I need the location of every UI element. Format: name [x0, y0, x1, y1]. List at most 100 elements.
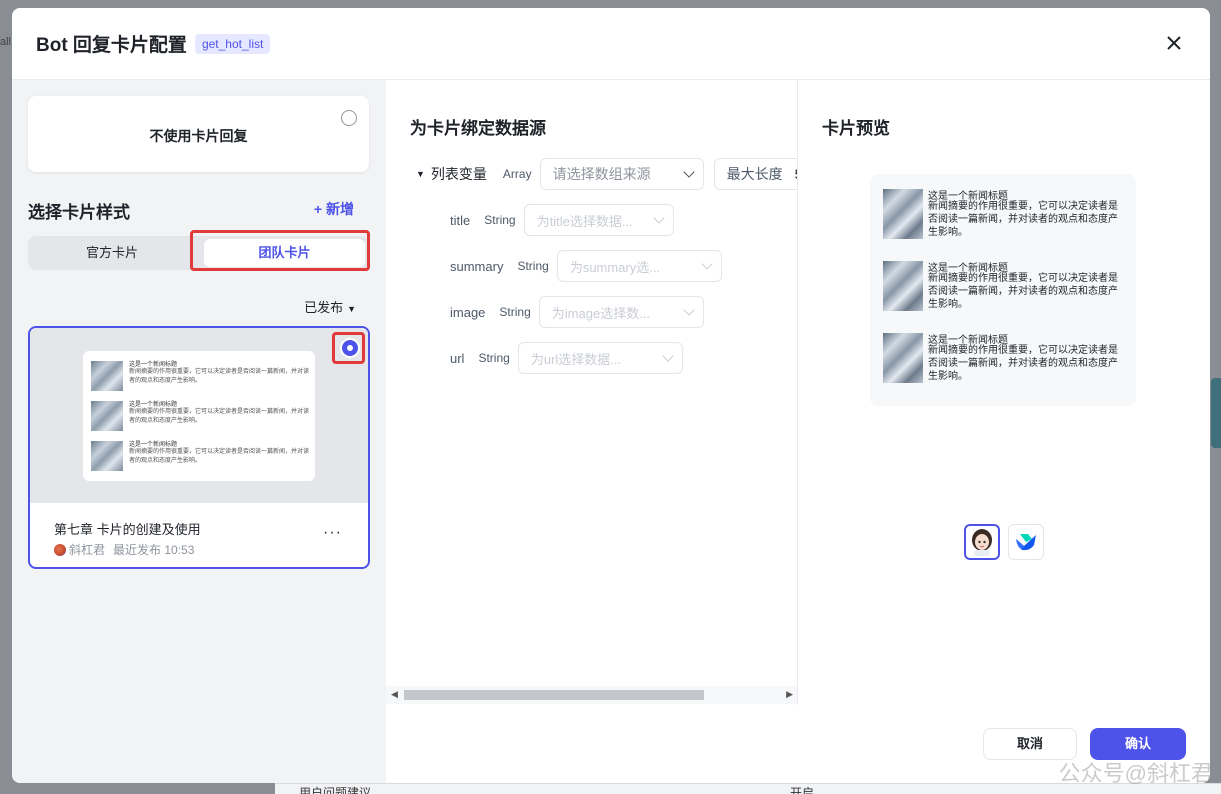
- thumbnail-image: [91, 441, 123, 471]
- card-source-tabs: 官方卡片 团队卡片: [28, 236, 369, 270]
- preview-row-desc: 新闻摘要的作用很重要，它可以决定读者是否阅读一篇新闻，并对读者的观点和态度产生影…: [928, 345, 1118, 382]
- thumbnail-row: 这是一个新闻标题 新闻摘要的作用很重要，它可以决定读者是否阅读一篇新闻，并对读者…: [91, 439, 309, 471]
- more-icon[interactable]: ···: [323, 524, 342, 542]
- filter-label: 已发布: [304, 300, 344, 315]
- card-config-modal: Bot 回复卡片配置 get_hot_list 不使用卡片回复 选择卡片样式 +…: [12, 8, 1210, 783]
- datasource-title: 为卡片绑定数据源: [410, 119, 546, 138]
- preview-row-desc: 新闻摘要的作用很重要，它可以决定读者是否阅读一篇新闻，并对读者的观点和态度产生影…: [928, 201, 1118, 238]
- close-icon[interactable]: [1162, 32, 1186, 56]
- field-row-url: url String 为url选择数据...: [450, 342, 683, 374]
- horizontal-scrollbar[interactable]: ◀ ▶: [386, 686, 798, 704]
- chevron-down-icon: [701, 258, 713, 270]
- preview-image: [883, 189, 923, 239]
- field-placeholder: 为summary选...: [569, 259, 661, 275]
- field-row-title: title String 为title选择数据...: [450, 204, 674, 236]
- scrollbar-thumb[interactable]: [404, 690, 704, 700]
- card-publish-time: 最近发布 10:53: [113, 543, 195, 557]
- datasource-panel: 为卡片绑定数据源 ▼ 列表变量 Array 请选择数组来源 最大长度 5 tit…: [386, 80, 798, 705]
- thumbnail-row-title: 这是一个新闻标题: [129, 362, 178, 368]
- max-length-input[interactable]: 最大长度 5: [713, 158, 798, 190]
- field-source-select[interactable]: 为summary选...: [556, 250, 722, 282]
- avatar-platform-button[interactable]: [964, 524, 1000, 560]
- type-label: String: [499, 305, 531, 319]
- field-placeholder: 为title选择数据...: [536, 213, 633, 229]
- type-label: Array: [502, 167, 532, 181]
- card-meta: 斜杠君 最近发布 10:53: [54, 541, 194, 558]
- preview-title: 卡片预览: [822, 119, 890, 138]
- type-label: String: [517, 259, 549, 273]
- background-toggle-text: 开启: [790, 786, 815, 794]
- card-thumbnail: 这是一个新闻标题 新闻摘要的作用很重要，它可以决定读者是否阅读一篇新闻，并对读者…: [30, 328, 368, 503]
- collapse-triangle-icon[interactable]: ▼: [416, 169, 425, 179]
- type-label: String: [484, 213, 516, 227]
- chevron-down-icon: [682, 166, 695, 178]
- list-variable-label: 列表变量: [430, 166, 487, 182]
- field-row-summary: summary String 为summary选...: [450, 250, 722, 282]
- no-card-radio[interactable]: [341, 110, 357, 126]
- preview-platform-switcher: [964, 524, 1044, 560]
- field-placeholder: 为image选择数...: [551, 305, 651, 321]
- thumbnail-row-title: 这是一个新闻标题: [129, 442, 178, 448]
- card-preview-panel: 卡片预览 这是一个新闻标题 新闻摘要的作用很重要，它可以决定读者是否阅读一篇新闻…: [798, 80, 1210, 705]
- card-name: 第七章 卡片的创建及使用: [54, 522, 201, 537]
- scroll-left-icon[interactable]: ◀: [391, 689, 398, 700]
- chevron-down-icon: [683, 304, 695, 316]
- preview-row: 这是一个新闻标题 新闻摘要的作用很重要，它可以决定读者是否阅读一篇新闻，并对读者…: [883, 331, 1125, 387]
- max-length-label: 最大长度: [726, 166, 783, 182]
- tab-official-cards[interactable]: 官方卡片: [31, 239, 193, 267]
- field-source-select[interactable]: 为title选择数据...: [523, 204, 674, 236]
- thumbnail-image: [91, 401, 123, 431]
- field-source-select[interactable]: 为image选择数...: [538, 296, 704, 328]
- array-source-select[interactable]: 请选择数组来源: [539, 158, 704, 190]
- scroll-right-icon[interactable]: ▶: [786, 689, 793, 700]
- card-selected-radio[interactable]: [340, 338, 360, 358]
- author-avatar: [54, 543, 66, 556]
- preview-image: [883, 261, 923, 311]
- background-text: all: [0, 36, 12, 48]
- watermark: 公众号@斜杠君: [1058, 761, 1213, 786]
- array-source-placeholder: 请选择数组来源: [552, 166, 651, 182]
- field-name: url: [450, 350, 465, 366]
- thumbnail-row-title: 这是一个新闻标题: [129, 402, 178, 408]
- modal-header: Bot 回复卡片配置 get_hot_list: [12, 8, 1210, 80]
- thumbnail-image: [91, 361, 123, 391]
- publish-status-filter[interactable]: 已发布 ▼: [304, 297, 356, 316]
- thumbnail-row-desc: 新闻摘要的作用很重要，它可以决定读者是否阅读一篇新闻，并对读者的观点和态度产生影…: [129, 449, 310, 464]
- card-item[interactable]: 这是一个新闻标题 新闻摘要的作用很重要，它可以决定读者是否阅读一篇新闻，并对读者…: [28, 326, 370, 569]
- thumbnail-row-desc: 新闻摘要的作用很重要，它可以决定读者是否阅读一篇新闻，并对读者的观点和态度产生影…: [129, 409, 310, 424]
- field-placeholder: 为url选择数据...: [530, 351, 622, 367]
- field-row-image: image String 为image选择数...: [450, 296, 704, 328]
- no-card-option[interactable]: 不使用卡片回复: [28, 96, 369, 172]
- preview-card: 这是一个新闻标题 新闻摘要的作用很重要，它可以决定读者是否阅读一篇新闻，并对读者…: [870, 174, 1136, 406]
- preview-image: [883, 333, 923, 383]
- thumbnail-row: 这是一个新闻标题 新闻摘要的作用很重要，它可以决定读者是否阅读一篇新闻，并对读者…: [91, 359, 309, 391]
- add-card-button[interactable]: + 新增: [314, 199, 354, 219]
- thumbnail-row: 这是一个新闻标题 新闻摘要的作用很重要，它可以决定读者是否阅读一篇新闻，并对读者…: [91, 399, 309, 431]
- chevron-down-icon: [652, 212, 665, 224]
- background-text: 用户问题建议: [299, 786, 372, 794]
- modal-title: Bot 回复卡片配置: [36, 35, 187, 56]
- chevron-down-icon: [662, 350, 674, 362]
- field-name: summary: [450, 258, 504, 274]
- background-element: 卜: [1211, 452, 1221, 496]
- thumbnail-row-desc: 新闻摘要的作用很重要，它可以决定读者是否阅读一篇新闻，并对读者的观点和态度产生影…: [129, 369, 310, 384]
- thumbnail-card: 这是一个新闻标题 新闻摘要的作用很重要，它可以决定读者是否阅读一篇新闻，并对读者…: [83, 351, 315, 481]
- card-author: 斜杠君: [69, 543, 106, 557]
- field-source-select[interactable]: 为url选择数据...: [517, 342, 683, 374]
- type-label: String: [478, 351, 510, 365]
- field-name: image: [450, 304, 486, 320]
- preview-row-desc: 新闻摘要的作用很重要，它可以决定读者是否阅读一篇新闻，并对读者的观点和态度产生影…: [928, 273, 1118, 310]
- caret-down-icon: ▼: [347, 304, 356, 314]
- no-card-label: 不使用卡片回复: [149, 128, 248, 144]
- field-name: title: [450, 212, 471, 228]
- list-variable-row: ▼ 列表变量 Array 请选择数组来源 最大长度 5: [416, 158, 798, 190]
- tab-team-cards[interactable]: 团队卡片: [204, 239, 365, 267]
- section-title: 选择卡片样式: [28, 203, 130, 222]
- card-style-panel: 不使用卡片回复 选择卡片样式 + 新增 官方卡片 团队卡片 已发布 ▼ 这是一个新…: [12, 80, 386, 783]
- feishu-logo-icon: [1016, 534, 1036, 551]
- background-element: [1211, 378, 1221, 448]
- plugin-tag: get_hot_list: [194, 33, 271, 54]
- feishu-platform-button[interactable]: [1008, 524, 1044, 560]
- user-avatar-icon: [972, 529, 992, 556]
- preview-row: 这是一个新闻标题 新闻摘要的作用很重要，它可以决定读者是否阅读一篇新闻，并对读者…: [883, 187, 1125, 243]
